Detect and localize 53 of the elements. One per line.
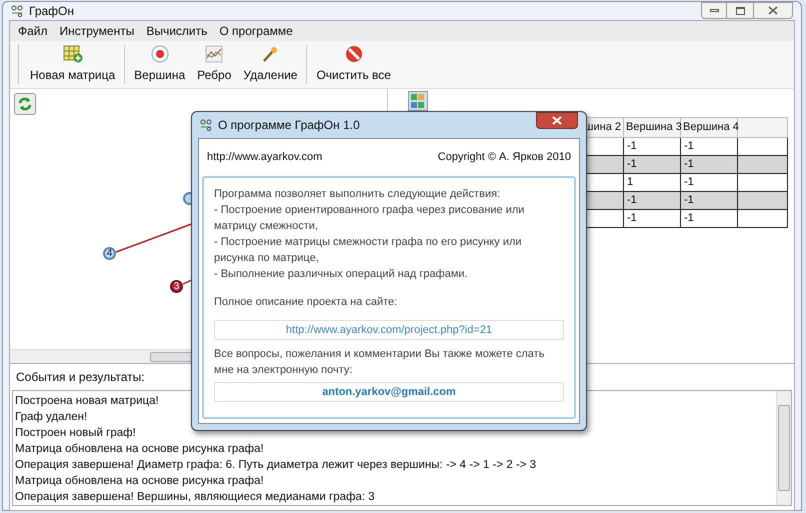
scrollbar[interactable] <box>776 391 791 505</box>
app-icon <box>11 5 23 17</box>
site-url: http://www.ayarkov.com <box>207 150 322 165</box>
wand-icon <box>261 45 280 63</box>
email-link[interactable]: anton.yarkov@gmail.com <box>214 382 564 402</box>
toolbar-button[interactable]: Новая матрица <box>24 41 122 88</box>
minimize-icon <box>710 9 718 12</box>
log-line: Матрица обновлена на основе рисунка графа! <box>15 474 264 489</box>
graph-node[interactable]: 4 <box>103 247 116 260</box>
column-header[interactable]: Вершина 4 <box>680 118 738 138</box>
toolbar-button[interactable]: Ребро <box>191 41 238 88</box>
table-cell: -1 <box>680 210 738 228</box>
menu-item[interactable]: Вычислить <box>140 22 214 40</box>
info-text: - Построение матрицы смежности графа по его рисунку или рисунка по матрице, <box>214 234 523 266</box>
dot-icon <box>150 45 169 63</box>
log-line: Операция завершена! Вершины, являющиеся медианами графа: 3 <box>15 490 375 505</box>
info-text: Все вопросы, пожелания и комментарии Вы также можете слать мне на электронную почту: <box>214 346 546 378</box>
maximize-icon <box>736 6 744 14</box>
close-icon <box>768 6 778 15</box>
info-text: - Построение ориентированного графа через рисование или матрицу смежности, <box>214 202 526 234</box>
graph-node[interactable]: 3 <box>170 280 183 293</box>
refresh-button[interactable] <box>14 93 36 115</box>
dialog-title: О программе ГрафОн 1.0 <box>218 117 360 134</box>
log-line: Построен новый граф! <box>15 426 136 441</box>
info-text: Программа позволяет выполнить следующие действия: <box>214 186 502 202</box>
refresh-icon <box>17 96 33 112</box>
maximize-button[interactable] <box>727 2 753 19</box>
menu-item[interactable]: О программе <box>213 22 299 40</box>
events-label: События и результаты: <box>16 370 145 384</box>
table-cell: -1 <box>624 210 680 228</box>
log-line: Матрица обновлена на основе рисунка графа! <box>15 442 264 457</box>
window-title: ГрафОн <box>29 3 74 20</box>
log-line: Операция завершена! Диаметр графа: 6. Путь диаметра лежит через вершины: -> 4 -> 1 -> 2 -> 3 <box>15 458 536 473</box>
minimize-button[interactable] <box>701 2 727 19</box>
no-entry-icon <box>344 45 363 63</box>
line-chart-icon <box>205 45 224 63</box>
info-text: - Выполнение различных операций над графами. <box>214 266 469 282</box>
app-icon <box>200 119 212 131</box>
column-header[interactable]: Вершина 3 <box>624 118 680 138</box>
info-text: Полное описание проекта на сайте: <box>214 294 398 310</box>
toolbar-button[interactable]: Вершина <box>128 41 192 88</box>
copyright-text: Copyright © А. Ярков 2010 <box>438 150 571 165</box>
close-button[interactable] <box>753 2 793 19</box>
toolbar-button[interactable]: Удаление <box>237 41 304 88</box>
log-line: Граф удален! <box>15 410 88 425</box>
menu-item[interactable]: Инструменты <box>54 22 140 40</box>
log-line: Построена новая матрица! <box>15 394 159 409</box>
close-icon <box>552 116 562 125</box>
grid-plus-icon <box>62 45 83 63</box>
project-link[interactable]: http://www.ayarkov.com/project.php?id=21 <box>214 320 564 340</box>
toolbar-button[interactable]: Очистить все <box>310 41 397 88</box>
menu-item[interactable]: Файл <box>12 22 54 40</box>
close-button[interactable] <box>536 112 578 129</box>
